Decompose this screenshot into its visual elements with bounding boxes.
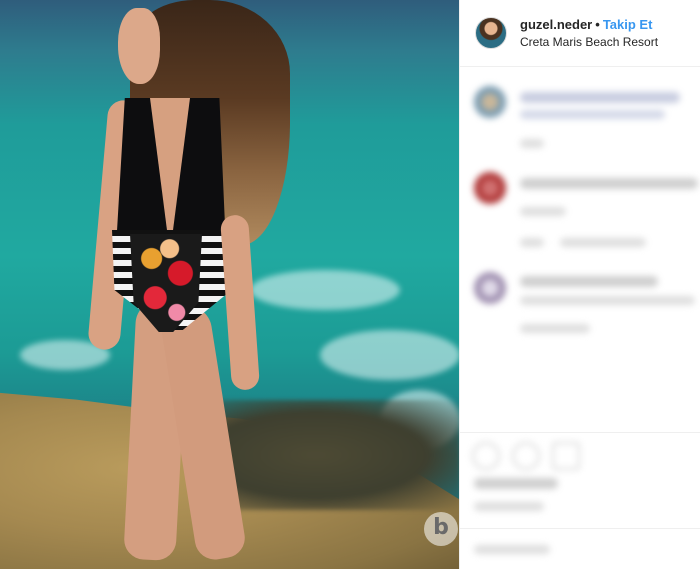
comment-avatar[interactable] <box>474 172 506 204</box>
post-header: guzel.neder • Takip Et Creta Maris Beach R… <box>460 0 700 67</box>
add-comment-placeholder <box>474 545 550 554</box>
likes-count[interactable] <box>474 478 558 489</box>
comment-text <box>520 296 695 305</box>
divider <box>460 528 700 529</box>
watermark-logo: b <box>424 512 458 546</box>
comment-text <box>520 110 665 119</box>
rock-shadow <box>220 400 459 510</box>
post-date <box>474 502 544 511</box>
like-icon[interactable] <box>472 442 500 470</box>
post-photo[interactable]: b <box>0 0 459 569</box>
person-face <box>118 8 160 84</box>
post-sidebar: guzel.neder • Takip Et Creta Maris Beach R… <box>459 0 700 569</box>
view-replies[interactable] <box>560 238 646 247</box>
follow-button[interactable]: Takip Et <box>603 17 653 32</box>
comment-text <box>520 178 698 189</box>
separator-dot: • <box>595 17 600 32</box>
divider <box>460 432 700 433</box>
comment-meta <box>520 238 544 247</box>
comment-avatar[interactable] <box>474 272 506 304</box>
location-link[interactable]: Creta Maris Beach Resort <box>520 35 658 49</box>
wave-foam <box>250 270 400 310</box>
username-link[interactable]: guzel.neder <box>520 17 592 32</box>
share-icon[interactable] <box>552 442 580 470</box>
comment-text <box>520 92 680 103</box>
comment-meta <box>520 139 544 148</box>
comment-icon[interactable] <box>512 442 540 470</box>
wave-foam <box>320 330 459 380</box>
comment-meta <box>520 324 590 333</box>
user-avatar[interactable] <box>475 17 507 49</box>
comment-meta <box>520 207 566 216</box>
comment-avatar[interactable] <box>474 86 506 118</box>
header-line: guzel.neder • Takip Et <box>520 17 652 32</box>
comment-text <box>520 276 658 287</box>
